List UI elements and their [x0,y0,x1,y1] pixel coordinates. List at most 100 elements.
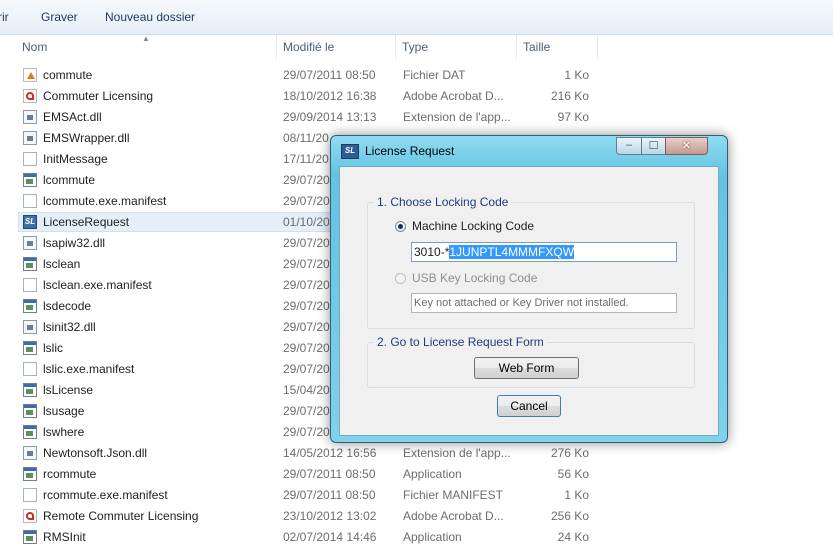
file-type: Application [403,467,462,481]
sentinel-app-icon: SL [341,144,359,159]
file-type: Adobe Acrobat D... [403,509,504,523]
file-name: lsdecode [43,299,92,313]
machine-code-prefix: 3010-* [414,245,450,259]
dialog-body: 1. Choose Locking Code Machine Locking C… [339,166,719,436]
maximize-icon: ☐ [648,140,659,152]
dll-file-icon [23,236,37,250]
toolbar-item-burn[interactable]: Graver [41,10,78,24]
dialog-title: License Request [365,144,455,158]
column-header-name[interactable]: Nom [16,35,276,59]
file-name: InitMessage [43,152,108,166]
file-name: LicenseRequest [43,215,130,229]
file-row[interactable]: commute 29/07/2011 08:50 Fichier DAT 1 Ko [0,65,600,86]
file-modified-date: 29/09/2014 13:13 [283,110,377,124]
close-icon: ✕ [681,140,692,152]
app-icon [23,299,37,313]
file-modified-date: 29/07/20 [283,404,330,418]
usb-key-locking-code-field: Key not attached or Key Driver not insta… [411,293,677,313]
file-name: lslic.exe.manifest [43,362,135,376]
file-name: Commuter Licensing [43,89,154,103]
usb-key-locking-code-label: USB Key Locking Code [412,271,538,285]
file-name: rcommute.exe.manifest [43,488,168,502]
file-row[interactable]: Commuter Licensing 18/10/2012 16:38 Adobe … [0,86,600,107]
file-size: 216 Ko [550,89,589,103]
sentinel-app-icon: SL [23,215,37,229]
license-request-dialog: SL License Request – ☐ ✕ 1. Choose Locki… [330,135,728,443]
dll-file-icon [23,131,37,145]
file-modified-date: 29/07/2011 08:50 [283,488,376,502]
license-request-form-group: 2. Go to License Request Form Web Form [367,335,695,388]
dll-file-icon [23,446,37,460]
file-icon [23,152,37,166]
pdf-file-icon [23,89,37,103]
cancel-button[interactable]: Cancel [497,395,561,417]
file-size: 56 Ko [557,467,589,481]
minimize-icon: – [625,139,633,151]
file-modified-date: 29/07/20 [283,299,330,313]
file-row[interactable]: Remote Commuter Licensing 23/10/2012 13:0… [0,506,600,527]
file-modified-date: 08/11/20 [283,131,329,145]
file-name: lcommute [43,173,96,187]
file-modified-date: 29/07/2011 08:50 [283,467,376,481]
app-icon [23,425,37,439]
file-modified-date: 23/10/2012 13:02 [283,509,377,523]
file-name: EMSAct.dll [43,110,102,124]
file-name: lsusage [43,404,85,418]
file-modified-date: 14/05/2012 16:56 [283,446,377,460]
file-type: Extension de l'app... [403,446,511,460]
file-modified-date: 15/04/20 [283,383,330,397]
file-name: lcommute.exe.manifest [43,194,167,208]
file-modified-date: 29/07/20 [283,236,330,250]
dat-file-icon [23,68,37,82]
machine-code-selected-text: 1JUNPTL4MMMFXQW [449,245,575,259]
explorer-toolbar: rir Graver Nouveau dossier [0,0,833,35]
file-type: Adobe Acrobat D... [403,89,504,103]
file-name: commute [43,68,93,82]
minimize-button[interactable]: – [616,137,642,155]
file-icon [23,488,37,502]
file-name: Newtonsoft.Json.dll [43,446,148,460]
toolbar-item-new-folder[interactable]: Nouveau dossier [105,10,195,24]
usb-key-locking-code-radio[interactable] [395,273,406,284]
file-type: Fichier DAT [403,68,466,82]
file-modified-date: 29/07/20 [283,257,330,271]
web-form-button[interactable]: Web Form [474,357,579,379]
machine-locking-code-label[interactable]: Machine Locking Code [412,219,534,233]
file-modified-date: 29/07/20 [283,362,330,376]
app-icon [23,467,37,481]
app-icon [23,257,37,271]
machine-locking-code-field[interactable]: 3010-*1JUNPTL4MMMFXQW [411,242,677,262]
column-header-type[interactable]: Type [396,35,516,59]
file-row[interactable]: Newtonsoft.Json.dll 14/05/2012 16:56 Exten… [0,443,600,464]
file-modified-date: 17/11/20 [283,152,329,166]
maximize-button[interactable]: ☐ [641,137,666,155]
file-size: 1 Ko [564,68,589,82]
file-name: lslic [43,341,63,355]
toolbar-item-open[interactable]: rir [0,10,9,24]
file-row[interactable]: EMSAct.dll 29/09/2014 13:13 Extension de l… [0,107,600,128]
file-row[interactable]: RMSInit 02/07/2014 14:46 Application 24 Ko [0,527,600,548]
file-modified-date: 29/07/20 [283,173,330,187]
license-request-form-legend: 2. Go to License Request Form [374,335,547,349]
file-name: EMSWrapper.dll [43,131,130,145]
file-row[interactable]: rcommute 29/07/2011 08:50 Application 56 Ko [0,464,600,485]
dll-file-icon [23,320,37,334]
locking-code-legend: 1. Choose Locking Code [374,195,512,209]
column-divider[interactable] [597,35,598,59]
file-row[interactable]: rcommute.exe.manifest 29/07/2011 08:50 Fic… [0,485,600,506]
file-modified-date: 02/07/2014 14:46 [283,530,377,544]
file-size: 97 Ko [557,110,589,124]
pdf-file-icon [23,509,37,523]
file-name: lsclean [43,257,81,271]
close-button[interactable]: ✕ [665,137,708,155]
file-name: lsinit32.dll [43,320,96,334]
column-headers: ▲ Nom Modifié le Type Taille [0,34,833,59]
file-size: 1 Ko [564,488,589,502]
locking-code-group: 1. Choose Locking Code Machine Locking C… [367,195,695,329]
column-header-modified[interactable]: Modifié le [277,35,395,59]
machine-locking-code-radio[interactable] [395,221,406,232]
column-header-size[interactable]: Taille [517,35,597,59]
app-icon [23,383,37,397]
file-modified-date: 01/10/20 [283,215,330,229]
file-type: Application [403,530,462,544]
